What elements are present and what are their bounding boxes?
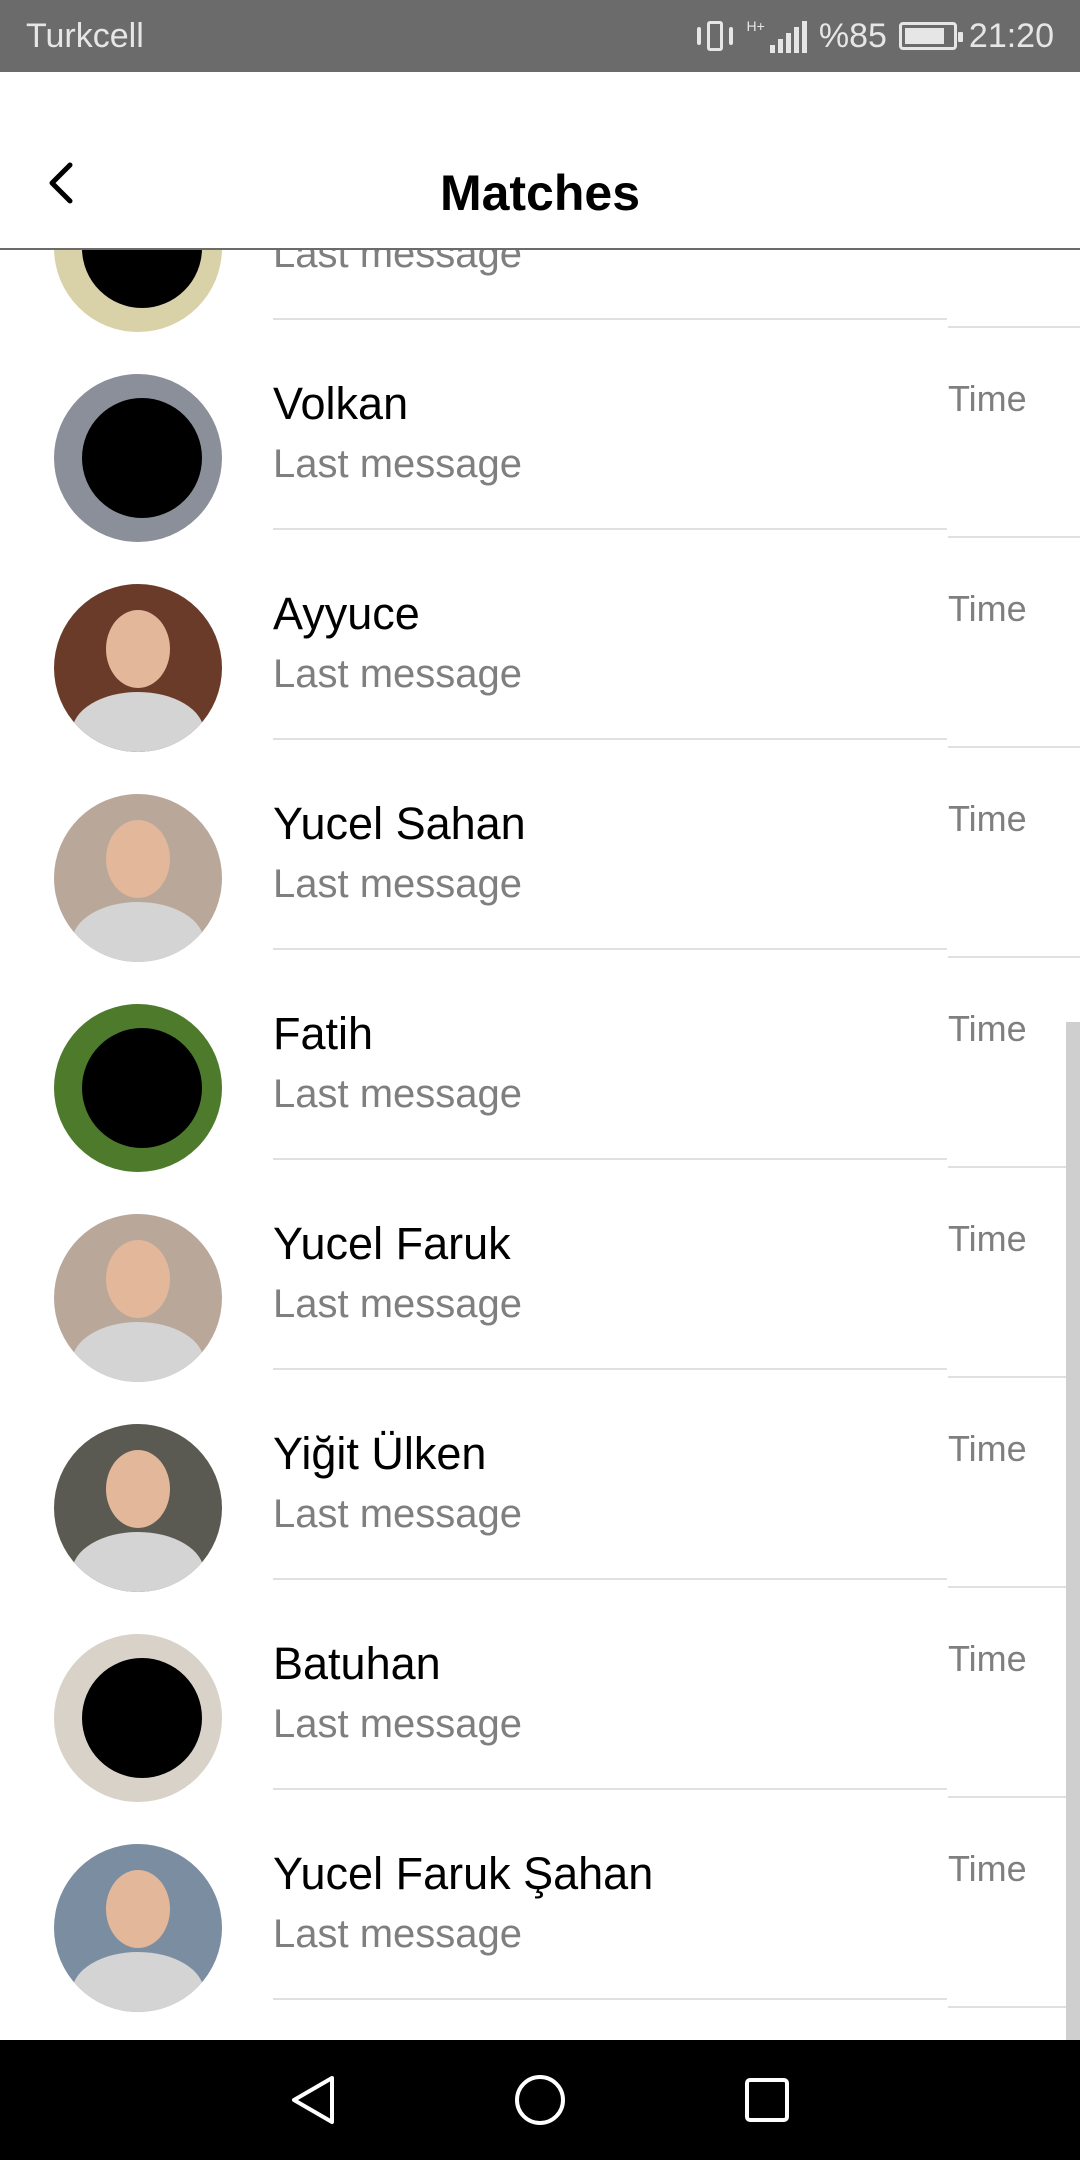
recents-square-icon	[744, 2078, 789, 2122]
message-time: Time	[948, 1008, 1027, 1049]
last-message: Last message	[273, 1702, 523, 1746]
avatar[interactable]	[54, 1004, 222, 1172]
battery-icon	[898, 22, 963, 50]
battery-level-fill	[904, 28, 944, 44]
match-row[interactable]: Yiğit Ülken Last message Time	[0, 1370, 1080, 1592]
last-message: Last message	[273, 442, 523, 486]
match-row[interactable]: Last message	[0, 250, 1080, 332]
row-divider	[273, 1998, 947, 2000]
avatar[interactable]	[54, 1424, 222, 1592]
battery-percent: %85	[818, 16, 887, 55]
avatar[interactable]	[54, 374, 222, 542]
last-message: Last message	[273, 1492, 523, 1536]
scrollbar[interactable]	[1066, 1022, 1080, 2040]
network-type-label: H+	[746, 18, 765, 34]
last-message: Last message	[273, 1282, 523, 1326]
app-header: Matches	[0, 72, 1080, 250]
avatar[interactable]	[54, 1844, 222, 2012]
home-circle-icon	[514, 2075, 565, 2125]
portrait-head	[106, 1240, 170, 1318]
match-name: Yucel Faruk Şahan	[273, 1848, 654, 1899]
signal-icon: H+	[747, 19, 807, 53]
last-message: Last message	[273, 250, 523, 276]
last-message: Last message	[273, 652, 523, 696]
status-bar: Turkcell H+ %85 21:20	[0, 0, 1080, 72]
match-name: Yucel Sahan	[273, 798, 526, 849]
status-indicators: H+ %85 21:20	[695, 17, 1054, 56]
message-time: Time	[948, 798, 1027, 839]
match-name: Fatih	[273, 1008, 374, 1059]
match-name: Batuhan	[273, 1638, 441, 1689]
nav-back-button[interactable]	[273, 2060, 353, 2140]
match-name: Yiğit Ülken	[273, 1428, 487, 1479]
portrait-head	[106, 610, 170, 688]
nav-home-button[interactable]	[500, 2060, 580, 2140]
match-name: Yucel Faruk	[273, 1218, 511, 1269]
system-nav-bar	[0, 2040, 1080, 2160]
message-time: Time	[948, 1218, 1027, 1259]
message-time: Time	[948, 1428, 1027, 1469]
portrait-head	[106, 1450, 170, 1528]
avatar[interactable]	[54, 1214, 222, 1382]
back-triangle-icon	[292, 2076, 335, 2124]
match-row[interactable]: Batuhan Last message Time	[0, 1580, 1080, 1802]
row-divider-right	[948, 2006, 1080, 2008]
message-time: Time	[948, 1848, 1027, 1889]
match-row[interactable]: Volkan Last message Time	[0, 320, 1080, 542]
avatar[interactable]	[54, 794, 222, 962]
message-time: Time	[948, 378, 1027, 419]
match-row[interactable]: Yucel Sahan Last message Time	[0, 740, 1080, 962]
portrait-head	[106, 820, 170, 898]
page-title: Matches	[439, 165, 641, 221]
message-time: Time	[948, 588, 1027, 629]
match-name: Ayyuce	[273, 588, 420, 639]
match-row[interactable]: Yucel Faruk Şahan Last message Time	[0, 1790, 1080, 2012]
redacted-face	[82, 1028, 202, 1148]
nav-recents-button[interactable]	[727, 2060, 807, 2140]
vibrate-icon	[695, 19, 735, 53]
match-row[interactable]: Yucel Faruk Last message Time	[0, 1160, 1080, 1382]
message-time: Time	[948, 1638, 1027, 1679]
last-message: Last message	[273, 1912, 523, 1956]
last-message: Last message	[273, 1072, 523, 1116]
portrait-body	[72, 1952, 204, 2012]
portrait-head	[106, 1870, 170, 1948]
avatar[interactable]	[54, 584, 222, 752]
clock: 21:20	[968, 16, 1054, 55]
avatar[interactable]	[54, 1634, 222, 1802]
match-row[interactable]: Fatih Last message Time	[0, 950, 1080, 1172]
redacted-face	[82, 398, 202, 518]
carrier-name: Turkcell	[26, 16, 144, 55]
match-list[interactable]: Last message Volkan Last message Time Ayyuce…	[0, 250, 1080, 2040]
redacted-face	[82, 1658, 202, 1778]
match-row[interactable]: Ayyuce Last message Time	[0, 530, 1080, 752]
match-name: Volkan	[273, 378, 409, 429]
redacted-face	[82, 250, 202, 308]
last-message: Last message	[273, 862, 523, 906]
